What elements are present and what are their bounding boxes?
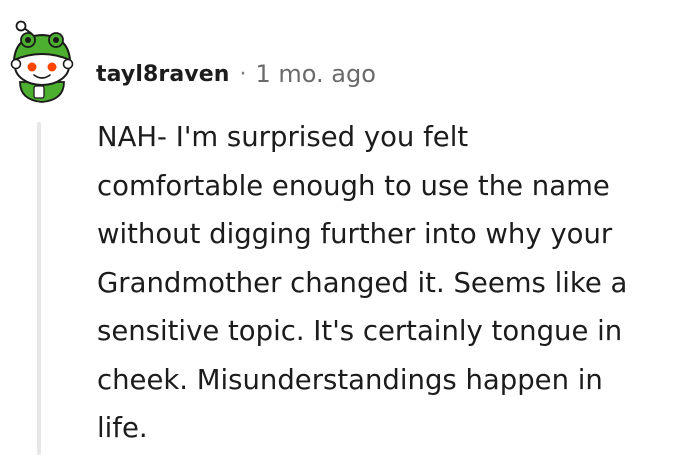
meta-separator: · xyxy=(239,61,247,87)
comment-body-line: NAH- I'm surprised you felt xyxy=(97,121,469,153)
comment-timestamp[interactable]: 1 mo. ago xyxy=(256,60,376,88)
author-link[interactable]: tayl8raven xyxy=(96,62,230,87)
comment-body-line: without digging further into why your xyxy=(97,218,613,250)
comment-body-line: comfortable enough to use the name xyxy=(97,169,610,202)
comment-body-line: life. xyxy=(97,412,148,444)
comment: tayl8raven · 1 mo. ago NAH- I'm surprise… xyxy=(0,0,700,455)
comment-header: tayl8raven · 1 mo. ago xyxy=(96,56,376,92)
comment-body: NAH- I'm surprised you felt comfortable … xyxy=(97,113,693,453)
comment-body-line: Grandmother changed it. Seems like a xyxy=(97,266,628,299)
comment-body-line: sensitive topic. It's certainly tongue i… xyxy=(97,315,623,347)
avatar[interactable] xyxy=(6,20,80,106)
comment-body-line: cheek. Misunderstandings happen in xyxy=(97,363,603,396)
thread-collapse-line[interactable] xyxy=(37,122,41,455)
snoo-frog-hat-avatar-icon xyxy=(10,20,74,103)
